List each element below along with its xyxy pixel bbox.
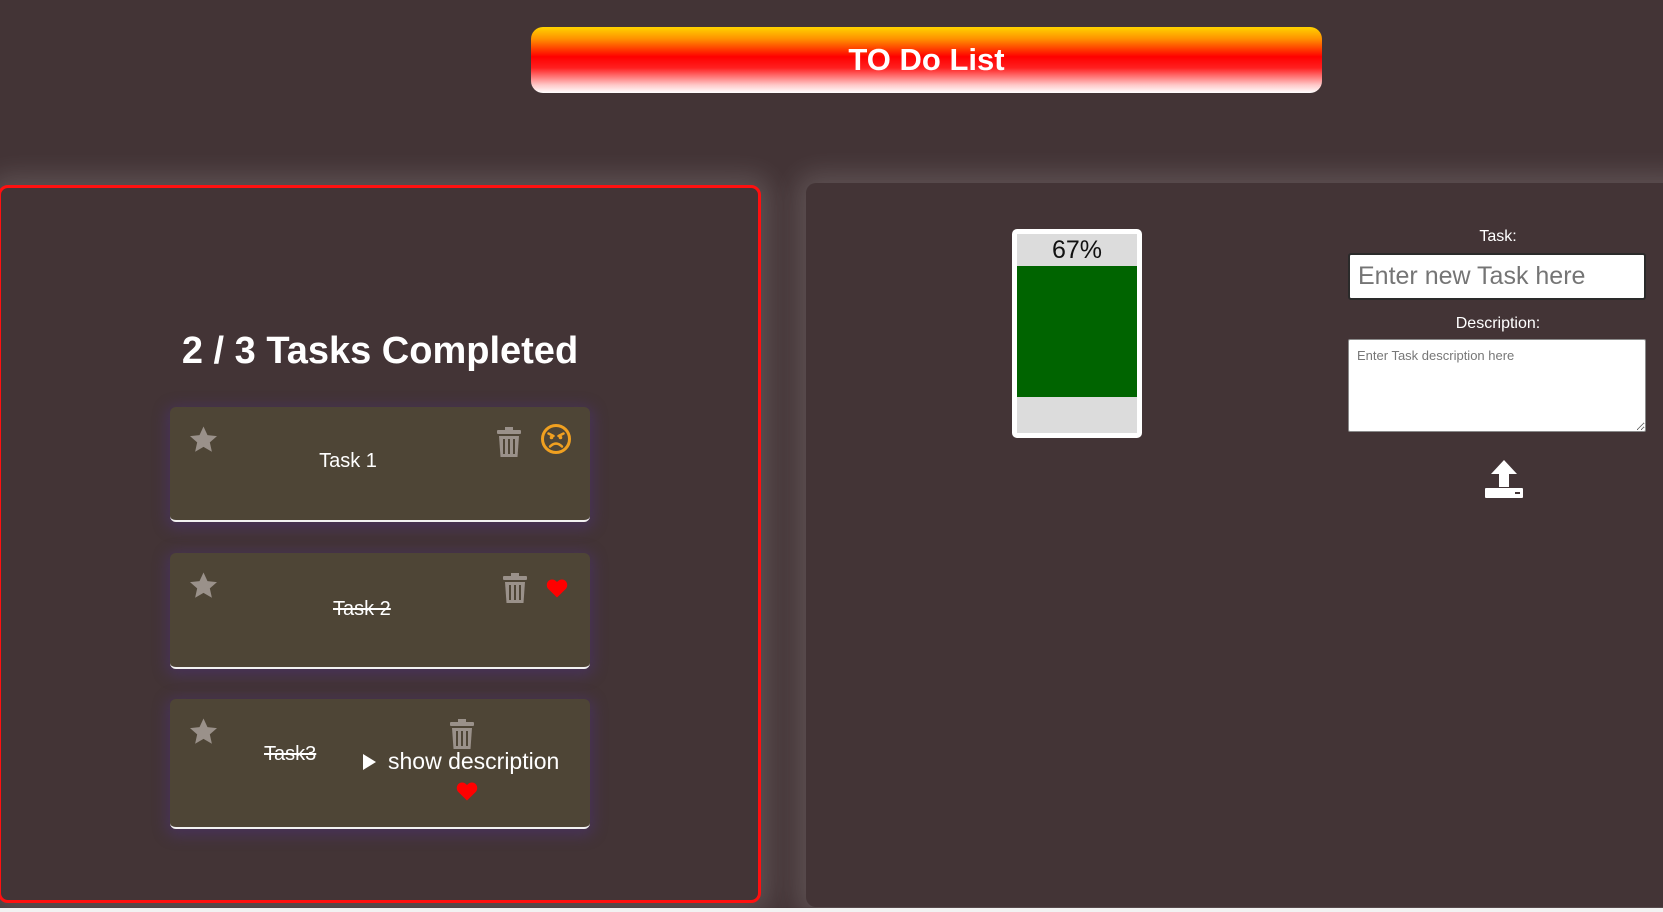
task-name[interactable]: Task3	[264, 743, 316, 766]
task-card: Task 1	[170, 407, 590, 522]
todo-app: TO Do List 2 / 3 Tasks Completed Task 1	[0, 0, 1663, 912]
progress-gauge: 67%	[1012, 229, 1142, 438]
star-icon[interactable]	[187, 569, 220, 602]
task-card: Task3 show description	[170, 699, 590, 829]
task-name[interactable]: Task 1	[170, 450, 526, 473]
title-banner: TO Do List	[531, 27, 1322, 93]
angry-face-icon[interactable]	[540, 423, 572, 455]
completed-summary: 2 / 3 Tasks Completed	[181, 330, 579, 372]
footer-divider	[0, 908, 1663, 912]
show-description-toggle[interactable]: show description	[363, 748, 559, 775]
upload-icon	[1485, 460, 1523, 498]
description-input[interactable]	[1348, 339, 1646, 432]
caret-right-icon	[363, 753, 376, 770]
submit-task-button[interactable]	[1482, 459, 1526, 499]
page-title: TO Do List	[848, 42, 1005, 77]
trash-icon[interactable]	[496, 427, 522, 457]
trash-icon[interactable]	[449, 719, 475, 749]
progress-label: 67%	[1051, 236, 1103, 264]
task-label: Task:	[1479, 228, 1517, 245]
task-input[interactable]	[1348, 253, 1646, 300]
task-name[interactable]: Task 2	[333, 598, 391, 621]
heart-icon[interactable]	[456, 781, 478, 801]
description-label: Description:	[1455, 315, 1541, 332]
progress-track: 67%	[1017, 234, 1137, 433]
progress-fill	[1017, 266, 1137, 397]
heart-icon[interactable]	[546, 578, 568, 598]
show-description-label: show description	[388, 748, 560, 774]
trash-icon[interactable]	[502, 573, 528, 603]
star-icon[interactable]	[187, 715, 220, 748]
task-card: Task 2	[170, 553, 590, 669]
